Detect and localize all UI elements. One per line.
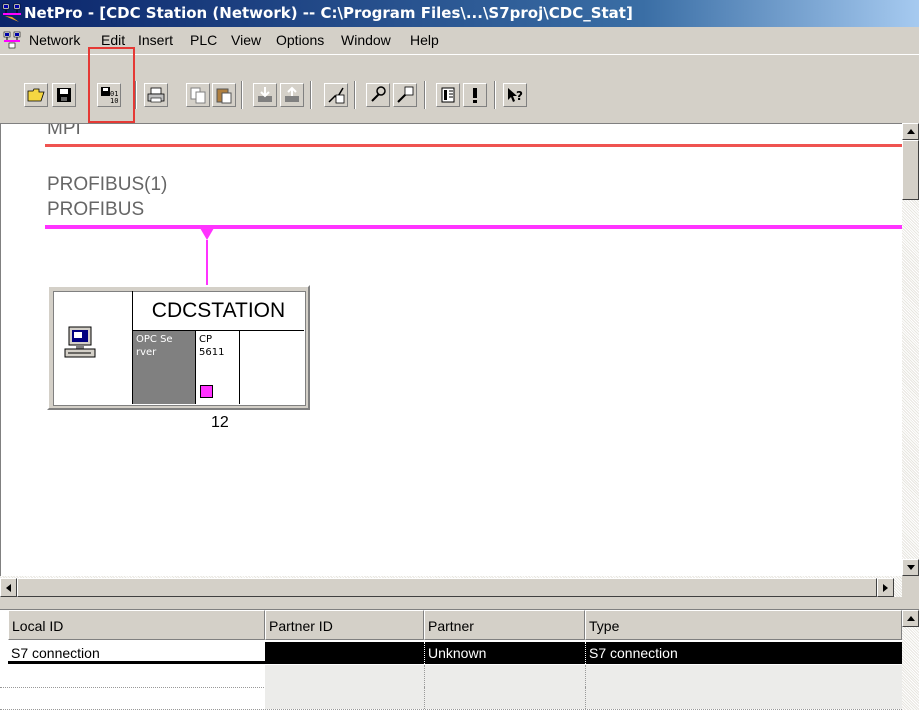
open-button[interactable] xyxy=(24,83,48,107)
menu-plc[interactable]: PLC xyxy=(185,27,222,53)
slot-opc-line2: rver xyxy=(136,347,157,358)
cell-partner-id[interactable] xyxy=(265,642,424,664)
slot-cp-line2: 5611 xyxy=(199,347,225,358)
svg-text:?: ? xyxy=(516,89,523,103)
netpro-icon xyxy=(2,3,21,22)
toolbar: 01 10 ? xyxy=(0,54,919,123)
vertical-scroll-thumb[interactable] xyxy=(902,140,919,200)
copy-icon xyxy=(190,87,206,104)
table-vertical-scrollbar[interactable] xyxy=(902,610,919,710)
profibus-subnet-line[interactable] xyxy=(45,225,902,229)
connection-table: Local ID Partner ID Partner Type S7 conn… xyxy=(0,610,902,710)
network-menu-icon[interactable] xyxy=(3,31,21,49)
menu-bar: Network Edit Insert PLC View Options Win… xyxy=(0,27,919,53)
menu-insert[interactable]: Insert xyxy=(133,27,178,53)
menu-view[interactable]: View xyxy=(226,27,266,53)
title-bar: NetPro - [CDC Station (Network) -- C:\Pr… xyxy=(0,0,919,27)
arrow-right-icon xyxy=(883,583,888,592)
canvas-vertical-scrollbar[interactable] xyxy=(902,123,919,576)
configure-network-icon xyxy=(371,86,386,102)
menu-help[interactable]: Help xyxy=(405,27,444,53)
profibus-interface-port[interactable] xyxy=(200,385,213,398)
catalog-button[interactable] xyxy=(436,83,460,107)
slot-cp-line1: CP xyxy=(199,334,213,345)
paste-icon xyxy=(216,88,232,104)
scroll-right-button[interactable] xyxy=(877,578,894,597)
help-icon: ? xyxy=(508,88,523,103)
arrow-up-icon xyxy=(906,129,915,134)
print-icon xyxy=(147,87,165,103)
cell-local-id[interactable]: S7 connection xyxy=(8,642,265,664)
help-button[interactable]: ? xyxy=(503,83,527,107)
online-station-icon xyxy=(328,87,345,104)
open-icon xyxy=(27,88,45,102)
download-icon xyxy=(258,87,272,102)
save-icon xyxy=(57,88,71,102)
scroll-up-button[interactable] xyxy=(902,123,919,140)
mpi-subnet-line[interactable] xyxy=(45,144,902,147)
configure-network-button[interactable] xyxy=(366,83,390,107)
table-empty-row xyxy=(0,665,902,688)
cell-partner[interactable]: Unknown xyxy=(424,642,585,664)
mpi-label: MPI xyxy=(47,123,81,139)
properties-button[interactable] xyxy=(393,83,417,107)
copy-button[interactable] xyxy=(186,83,210,107)
scrollbar-corner xyxy=(902,576,919,597)
catalog-icon xyxy=(441,87,455,103)
save-button[interactable] xyxy=(52,83,76,107)
print-button[interactable] xyxy=(144,83,168,107)
column-header-local-id[interactable]: Local ID xyxy=(8,610,265,640)
window-title: NetPro - [CDC Station (Network) -- C:\Pr… xyxy=(24,4,633,22)
horizontal-scroll-thumb[interactable] xyxy=(17,578,877,597)
menu-window[interactable]: Window xyxy=(336,27,396,53)
column-header-partner-id[interactable]: Partner ID xyxy=(265,610,424,640)
table-empty-row xyxy=(0,687,902,710)
pc-station-icon xyxy=(64,326,96,358)
slot-cp5611[interactable]: CP 5611 xyxy=(195,331,240,404)
network-view[interactable]: MPI PROFIBUS(1) PROFIBUS CDCSTATION OPC … xyxy=(0,123,902,577)
upload-button[interactable] xyxy=(280,83,304,107)
upload-icon xyxy=(285,86,299,102)
station-cdcstation[interactable]: CDCSTATION OPC Se rver CP 5611 xyxy=(47,285,310,410)
cell-type[interactable]: S7 connection xyxy=(585,642,902,664)
scroll-left-button[interactable] xyxy=(0,578,17,597)
paste-button[interactable] xyxy=(212,83,236,107)
scroll-down-button[interactable] xyxy=(902,559,919,576)
column-header-partner[interactable]: Partner xyxy=(424,610,585,640)
arrow-down-icon xyxy=(906,565,915,570)
diagnostics-icon xyxy=(473,88,477,103)
station-address: 12 xyxy=(211,414,229,431)
profibus-drop-line xyxy=(206,240,208,285)
pane-splitter[interactable] xyxy=(0,597,919,610)
slot-opc-server[interactable]: OPC Se rver xyxy=(132,331,195,404)
arrow-left-icon xyxy=(6,583,11,592)
table-row[interactable]: S7 connection Unknown S7 connection xyxy=(0,642,902,664)
table-scroll-up-button[interactable] xyxy=(902,610,919,627)
station-name: CDCSTATION xyxy=(132,291,304,331)
menu-options[interactable]: Options xyxy=(271,27,329,53)
canvas-horizontal-scrollbar[interactable] xyxy=(0,576,902,597)
profibus-type-label: PROFIBUS xyxy=(47,199,145,220)
download-button[interactable] xyxy=(253,83,277,107)
column-header-type[interactable]: Type xyxy=(585,610,902,640)
profibus-name-label: PROFIBUS(1) xyxy=(47,174,168,195)
arrow-up-icon xyxy=(906,616,915,621)
online-station-button[interactable] xyxy=(324,83,348,107)
diagnostics-button[interactable] xyxy=(463,83,487,107)
properties-icon xyxy=(397,86,414,103)
slot-opc-line1: OPC Se xyxy=(136,334,173,345)
highlight-frame xyxy=(88,47,135,123)
menu-network[interactable]: Network xyxy=(24,27,85,53)
